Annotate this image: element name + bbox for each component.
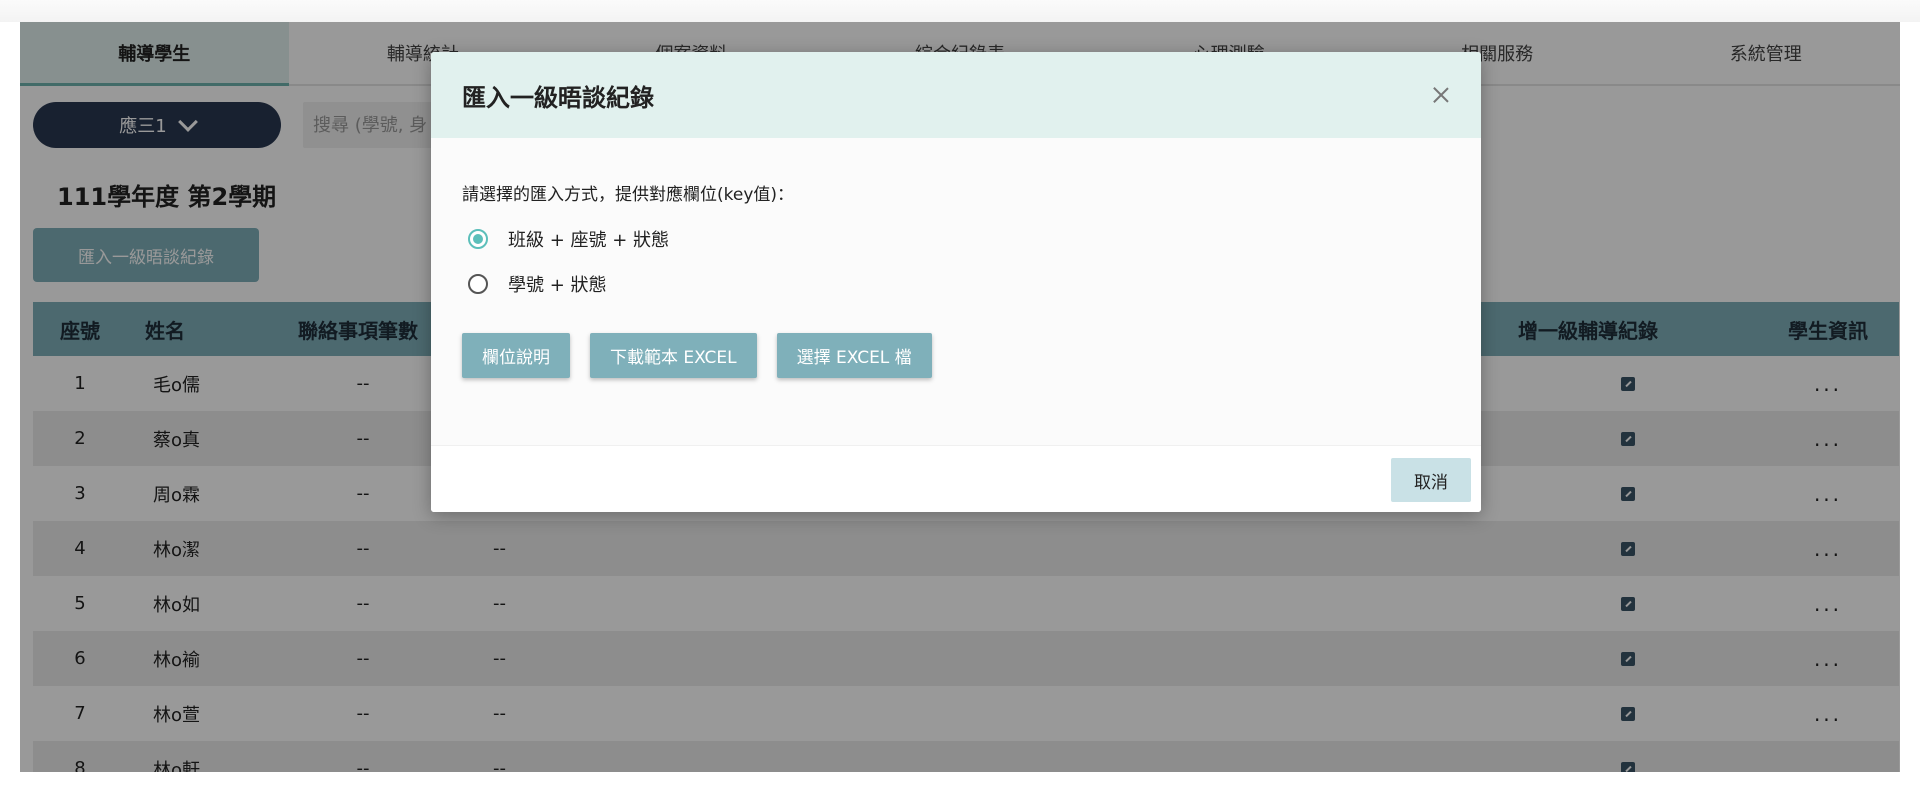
radio-label: 班級 + 座號 + 狀態 <box>508 230 670 251</box>
modal-action-buttons: 欄位說明 下載範本 EXCEL 選擇 EXCEL 檔 <box>462 333 932 378</box>
radio-unchecked-icon[interactable] <box>468 274 488 294</box>
import-instruction: 請選擇的匯入方式，提供對應欄位(key值)： <box>462 185 795 205</box>
import-modal: 匯入一級晤談紀錄 請選擇的匯入方式，提供對應欄位(key值)： 班級 + 座號 … <box>431 52 1481 512</box>
modal-header: 匯入一級晤談紀錄 <box>431 52 1481 138</box>
modal-footer: 取消 <box>431 445 1481 512</box>
field-info-button[interactable]: 欄位說明 <box>462 333 570 378</box>
radio-checked-icon[interactable] <box>468 229 488 249</box>
browser-top-strip <box>0 0 1920 22</box>
choose-file-button[interactable]: 選擇 EXCEL 檔 <box>776 333 932 378</box>
radio-label: 學號 + 狀態 <box>508 275 607 296</box>
close-icon[interactable] <box>1431 85 1451 105</box>
cancel-button[interactable]: 取消 <box>1391 458 1471 502</box>
radio-option-student-id[interactable]: 學號 + 狀態 <box>468 271 607 297</box>
modal-title: 匯入一級晤談紀錄 <box>462 83 654 112</box>
download-template-button[interactable]: 下載範本 EXCEL <box>590 333 757 378</box>
radio-option-class-seat[interactable]: 班級 + 座號 + 狀態 <box>468 226 669 252</box>
